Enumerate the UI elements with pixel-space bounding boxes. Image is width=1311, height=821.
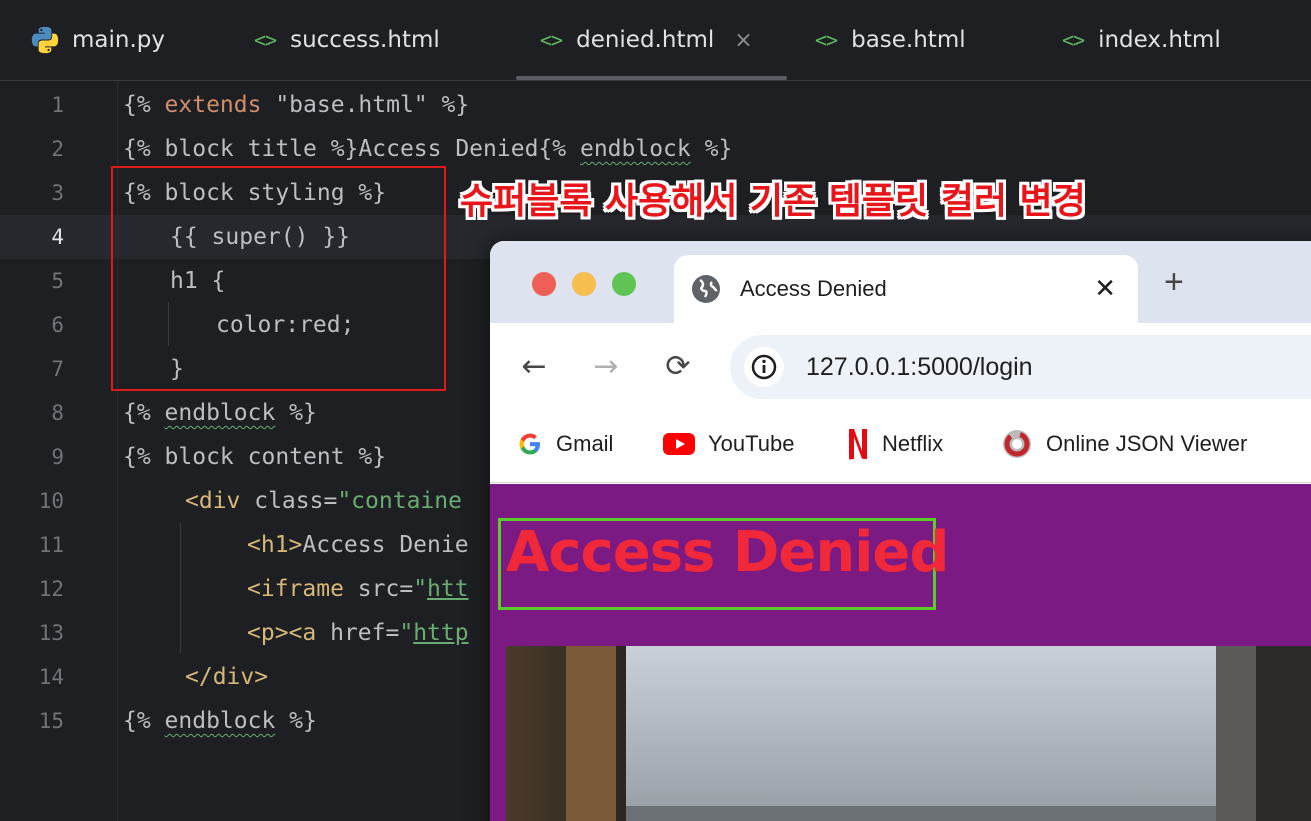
close-icon[interactable]: ✕ <box>1094 274 1116 304</box>
tab-label: index.html <box>1098 27 1221 53</box>
line-number: 7 <box>51 357 64 381</box>
code-text: </div> <box>185 664 269 690</box>
youtube-icon <box>663 433 695 455</box>
line-number: 11 <box>38 533 64 557</box>
photo-image <box>506 646 1311 821</box>
close-icon[interactable]: × <box>734 28 752 53</box>
html-icon: <> <box>540 28 563 52</box>
line-number: 6 <box>51 313 64 337</box>
tab-label: base.html <box>851 27 966 53</box>
bookmark-label: YouTube <box>708 431 795 456</box>
bookmark-gmail[interactable]: Gmail <box>516 427 613 461</box>
line-number: 1 <box>51 93 64 117</box>
code-text: {% block content %} <box>123 444 387 470</box>
line-number: 4 <box>51 225 64 249</box>
netflix-icon <box>849 429 867 460</box>
back-button[interactable]: ← <box>514 347 554 387</box>
embedded-iframe-image[interactable] <box>506 646 1311 821</box>
browser-tab-strip: Access Denied ✕ + <box>490 241 1311 323</box>
code-text: {% endblock %} <box>123 708 317 734</box>
code-text: <iframe src="htt <box>247 576 469 602</box>
tab-index-html[interactable]: <> index.html <box>1062 0 1221 80</box>
line-number: 12 <box>38 577 64 601</box>
code-line[interactable]: 1 {% extends "base.html" %} <box>0 83 1311 127</box>
tab-success-html[interactable]: <> success.html <box>254 0 440 80</box>
tab-label: success.html <box>290 27 440 53</box>
editor-tab-bar: main.py <> success.html <> denied.html ×… <box>0 0 1311 81</box>
tab-label: main.py <box>72 27 165 53</box>
page-content: Access Denied <box>490 484 1311 821</box>
close-window-button[interactable] <box>532 272 556 296</box>
python-icon <box>31 26 59 54</box>
tab-main-py[interactable]: main.py <box>30 0 165 80</box>
highlight-box <box>111 166 446 391</box>
url-text: 127.0.0.1:5000/login <box>806 352 1033 381</box>
line-number: 10 <box>38 489 64 513</box>
info-icon <box>751 354 777 380</box>
line-number: 5 <box>51 269 64 293</box>
minimize-window-button[interactable] <box>572 272 596 296</box>
code-text: <h1>Access Denie <box>247 532 469 558</box>
bookmark-youtube[interactable]: YouTube <box>662 427 794 461</box>
maximize-window-button[interactable] <box>612 272 636 296</box>
browser-tab-title: Access Denied <box>740 276 887 301</box>
line-number: 9 <box>51 445 64 469</box>
html-icon: <> <box>1062 28 1085 52</box>
bookmark-netflix[interactable]: Netflix <box>846 427 943 461</box>
bookmark-label: Online JSON Viewer <box>1046 431 1248 456</box>
code-text: {% endblock %} <box>123 400 317 426</box>
bookmarks-bar: Gmail YouTube Netflix Online JSON Viewer <box>490 413 1311 483</box>
html-icon: <> <box>254 28 277 52</box>
line-number: 14 <box>38 665 64 689</box>
bookmark-label: Gmail <box>556 431 614 456</box>
globe-icon <box>692 275 720 303</box>
bookmark-online-json-viewer[interactable]: Online JSON Viewer <box>1000 427 1247 461</box>
code-text: <p><a href="http <box>247 620 469 646</box>
code-text: {% block title %}Access Denied{% endbloc… <box>123 136 733 162</box>
browser-window: Access Denied ✕ + ← → ⟳ 127.0.0.1:5000/l… <box>490 241 1311 821</box>
line-number: 15 <box>38 709 64 733</box>
code-text: {% extends "base.html" %} <box>123 92 470 118</box>
address-bar[interactable]: 127.0.0.1:5000/login <box>730 335 1311 399</box>
line-number: 3 <box>51 181 64 205</box>
html-icon: <> <box>815 28 838 52</box>
new-tab-button[interactable]: + <box>1164 263 1184 302</box>
google-icon <box>519 433 540 455</box>
code-line[interactable]: 2 {% block title %}Access Denied{% endbl… <box>0 127 1311 171</box>
line-number: 2 <box>51 137 64 161</box>
reload-button[interactable]: ⟳ <box>658 347 698 387</box>
tab-base-html[interactable]: <> base.html <box>815 0 966 80</box>
page-title: Access Denied <box>506 520 949 585</box>
line-number: 13 <box>38 621 64 645</box>
browser-tab[interactable]: Access Denied ✕ <box>674 255 1138 323</box>
json-viewer-icon <box>1003 430 1031 458</box>
tab-denied-html[interactable]: <> denied.html × <box>516 0 787 80</box>
line-number: 8 <box>51 401 64 425</box>
site-info-icon[interactable] <box>744 347 784 387</box>
code-text: <div class="containe <box>185 488 462 514</box>
bookmark-label: Netflix <box>882 431 944 456</box>
annotation-text: 슈퍼블록 사용해서 기존 템플릿 컬러 변경 <box>460 181 1086 222</box>
tab-label: denied.html <box>576 27 715 53</box>
browser-toolbar: ← → ⟳ 127.0.0.1:5000/login <box>490 323 1311 413</box>
forward-button[interactable]: → <box>586 347 626 387</box>
